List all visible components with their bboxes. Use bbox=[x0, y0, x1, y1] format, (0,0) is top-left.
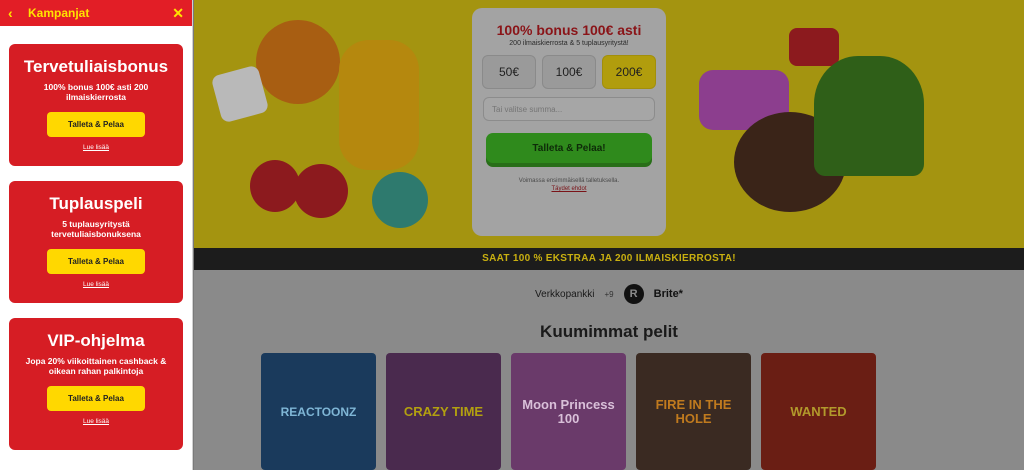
slot-illustration bbox=[789, 28, 839, 66]
promo-card-double: Tuplauspeli 5 tuplausyritystä tervetulia… bbox=[9, 181, 183, 303]
promo-card-desc: Jopa 20% viikoittainen cashback & oikean… bbox=[25, 356, 167, 376]
payment-count: +9 bbox=[604, 289, 614, 299]
cherry-illustration bbox=[294, 164, 348, 218]
promo-banner-strip: SAAT 100 % EKSTRAA JA 200 ILMAISKIERROST… bbox=[194, 248, 1024, 270]
read-more-link[interactable]: Lue lisää bbox=[9, 281, 183, 288]
game-tile-label: Moon Princess 100 bbox=[522, 396, 615, 426]
amount-options: 50€ 100€ 200€ bbox=[472, 55, 666, 89]
game-tile-fire-in-the-hole[interactable]: FIRE IN THE HOLE bbox=[636, 353, 751, 470]
game-tile-label: CRAZY TIME bbox=[403, 403, 484, 419]
read-more-link[interactable]: Lue lisää bbox=[9, 144, 183, 151]
deposit-play-button[interactable]: Talleta & Pelaa bbox=[47, 386, 145, 411]
promo-card-title: Tuplauspeli bbox=[49, 194, 143, 213]
palm-illustration bbox=[814, 56, 924, 176]
cherry-illustration bbox=[250, 160, 300, 212]
promo-card-title: VIP-ohjelma bbox=[47, 331, 145, 350]
widget-title: 100% bonus 100€ asti bbox=[496, 22, 642, 38]
amount-100-button[interactable]: 100€ bbox=[542, 55, 596, 89]
game-tile-moon-princess[interactable]: Moon Princess 100 bbox=[511, 353, 626, 470]
promo-card-vip: VIP-ohjelma Jopa 20% viikoittainen cashb… bbox=[9, 318, 183, 450]
terms-link[interactable]: Täydet ehdot bbox=[551, 186, 586, 192]
chip-illustration bbox=[372, 172, 428, 228]
revolut-icon: R bbox=[623, 284, 644, 304]
hand-illustration bbox=[339, 40, 419, 170]
orange-illustration bbox=[256, 20, 340, 104]
promo-card-desc: 100% bonus 100€ asti 200 ilmaiskierrosta bbox=[43, 82, 149, 102]
bank-label: Verkkopankki bbox=[535, 288, 595, 300]
promo-card-desc: 5 tuplausyritystä tervetuliaisbonuksena bbox=[51, 219, 141, 239]
game-tile-label: REACTOONZ bbox=[280, 404, 357, 419]
deposit-play-button[interactable]: Talleta & Pelaa bbox=[47, 249, 145, 274]
game-tile-wanted[interactable]: WANTED bbox=[761, 353, 876, 470]
deposit-widget: 100% bonus 100€ asti 200 ilmaiskierrosta… bbox=[472, 8, 666, 236]
games-heading: Kuumimmat pelit bbox=[540, 322, 678, 341]
terms-text: Voimassa ensimmäisellä talletuksella. Tä… bbox=[472, 177, 666, 193]
read-more-link[interactable]: Lue lisää bbox=[9, 418, 183, 425]
chevron-left-icon[interactable]: ‹ bbox=[8, 5, 22, 21]
widget-subtitle: 200 ilmaiskierrosta & 5 tuplausyritystä! bbox=[509, 40, 629, 47]
promo-card-title: Tervetuliaisbonus bbox=[23, 57, 169, 76]
game-list: REACTOONZ CRAZY TIME Moon Princess 100 F… bbox=[261, 353, 876, 470]
promo-card-welcome: Tervetuliaisbonus 100% bonus 100€ asti 2… bbox=[9, 44, 183, 166]
promotions-sidebar: ‹ Kampanjat ✕ Tervetuliaisbonus 100% bon… bbox=[0, 0, 193, 470]
close-icon[interactable]: ✕ bbox=[172, 5, 184, 22]
game-tile-reactoonz[interactable]: REACTOONZ bbox=[261, 353, 376, 470]
custom-amount-input[interactable] bbox=[483, 97, 655, 121]
sidebar-header: ‹ Kampanjat ✕ bbox=[0, 0, 192, 26]
sidebar-title: Kampanjat bbox=[28, 6, 90, 20]
game-tile-crazy-time[interactable]: CRAZY TIME bbox=[386, 353, 501, 470]
deposit-play-button-main[interactable]: Talleta & Pelaa! bbox=[486, 133, 652, 163]
deposit-play-button[interactable]: Talleta & Pelaa bbox=[47, 112, 145, 137]
terms-description: Voimassa ensimmäisellä talletuksella. bbox=[518, 178, 620, 184]
games-section: Verkkopankki +9 R Brite* Kuumimmat pelit… bbox=[194, 270, 1024, 470]
game-tile-label: FIRE IN THE HOLE bbox=[655, 396, 732, 426]
main-content: 100% bonus 100€ asti 200 ilmaiskierrosta… bbox=[194, 0, 1024, 470]
brite-logo: Brite* bbox=[653, 288, 683, 300]
game-tile-label: WANTED bbox=[790, 403, 847, 419]
amount-50-button[interactable]: 50€ bbox=[482, 55, 536, 89]
payment-methods: Verkkopankki +9 R Brite* bbox=[194, 284, 1024, 304]
hero-banner: 100% bonus 100€ asti 200 ilmaiskierrosta… bbox=[194, 0, 1024, 248]
amount-200-button[interactable]: 200€ bbox=[602, 55, 656, 89]
